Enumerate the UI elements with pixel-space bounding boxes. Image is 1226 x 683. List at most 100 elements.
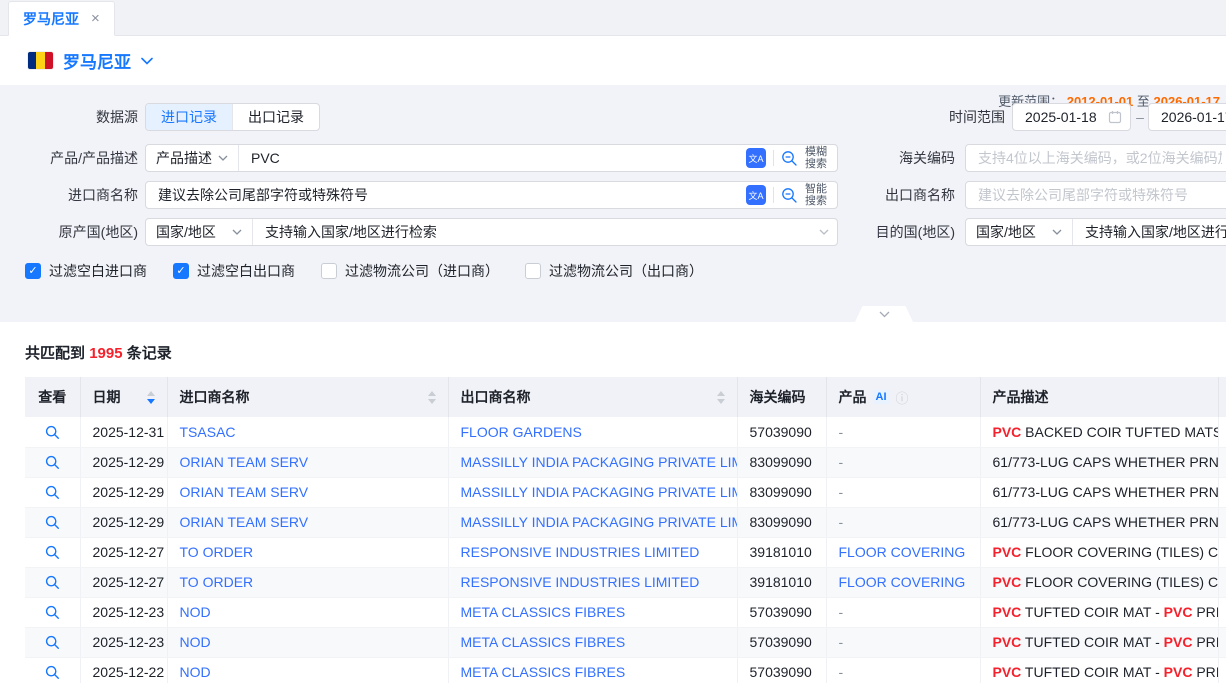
extra-cell [1218,567,1226,597]
view-record-button[interactable] [45,635,60,650]
collapse-panel-button[interactable] [855,306,913,322]
importer-input[interactable]: 建议去除公司尾部字符或特殊符号 [146,185,746,205]
exporter-link[interactable]: META CLASSICS FIBRES [461,604,626,620]
view-record-button[interactable] [45,485,60,500]
table-row: 2025-12-27 TO ORDER RESPONSIVE INDUSTRIE… [25,537,1226,567]
exporter-link[interactable]: FLOOR GARDENS [461,424,582,440]
importer-link[interactable]: ORIAN TEAM SERV [180,514,309,530]
product-empty: - [839,664,844,680]
record-date: 2025-12-23 [80,597,167,627]
filter-checkbox-blank-exporter[interactable]: 过滤空白出口商 [173,261,295,281]
view-record-button[interactable] [45,425,60,440]
origin-select[interactable]: 国家/地区 [146,219,253,245]
checkbox-unchecked-icon[interactable] [525,263,541,279]
extra-cell [1218,597,1226,627]
date-from-input[interactable]: 2025-01-18 [1012,103,1131,131]
col-importer[interactable]: 进口商名称 [167,377,448,417]
tab-export-records[interactable]: 出口记录 [232,104,319,130]
magnifier-icon [45,515,60,530]
sort-icon[interactable] [428,391,436,404]
exporter-input[interactable]: 建议去除公司尾部字符或特殊符号 [965,181,1226,209]
exporter-link[interactable]: MASSILLY INDIA PACKAGING PRIVATE LIMI... [461,454,738,470]
view-record-button[interactable] [45,455,60,470]
chevron-down-icon [879,311,890,318]
checkbox-unchecked-icon[interactable] [321,263,337,279]
smart-search-button[interactable]: 智能搜索 [805,183,829,207]
hs-code: 83099090 [737,507,826,537]
exporter-link[interactable]: MASSILLY INDIA PACKAGING PRIVATE LIMI... [461,514,738,530]
importer-link[interactable]: ORIAN TEAM SERV [180,454,309,470]
view-record-button[interactable] [45,605,60,620]
records-table: 查看 日期 进口商名称 [25,377,1226,683]
view-record-button[interactable] [45,545,60,560]
importer-link[interactable]: NOD [180,604,211,620]
product-description: PVC TUFTED COIR MAT - PVC PRINT... [980,657,1218,683]
importer-link[interactable]: TSASAC [180,424,236,440]
exporter-link[interactable]: RESPONSIVE INDUSTRIES LIMITED [461,574,700,590]
chevron-down-icon[interactable] [819,229,829,235]
record-date: 2025-12-29 [80,477,167,507]
filter-checkbox-logistics-exporter[interactable]: 过滤物流公司（出口商） [525,261,703,281]
col-date[interactable]: 日期 [80,377,167,417]
magnifier-icon [45,425,60,440]
destination-select[interactable]: 国家/地区 [966,219,1073,245]
col-exporter[interactable]: 出口商名称 [448,377,737,417]
hs-code-input[interactable]: 支持4位以上海关编码，或2位海关编码加... [965,144,1226,172]
product-cell: - [826,597,980,627]
translate-icon[interactable]: 文A [746,185,766,205]
filter-checkbox-logistics-importer[interactable]: 过滤物流公司（进口商） [321,261,499,281]
data-source-tabs: 进口记录 出口记录 [145,103,320,131]
hs-code: 83099090 [737,477,826,507]
romania-flag-icon [28,52,53,69]
importer-link[interactable]: ORIAN TEAM SERV [180,484,309,500]
origin-field: 国家/地区 支持输入国家/地区进行检索 [145,218,838,246]
result-count: 共匹配到 1995 条记录 [0,322,1226,377]
product-description: 61/773-LUG CAPS WHETHER PRNTD... [980,507,1218,537]
product-link[interactable]: FLOOR COVERING [839,574,966,590]
importer-link[interactable]: NOD [180,664,211,680]
exporter-link[interactable]: META CLASSICS FIBRES [461,664,626,680]
magnifier-icon [45,545,60,560]
destination-input[interactable]: 支持输入国家/地区进行检索 [1073,222,1226,242]
translate-icon[interactable]: 文A [746,148,766,168]
tab-import-records[interactable]: 进口记录 [146,104,232,130]
fuzzy-search-icon[interactable] [781,150,798,167]
importer-link[interactable]: TO ORDER [180,574,254,590]
calendar-icon [1108,110,1122,124]
col-hs-code: 海关编码 [737,377,826,417]
importer-link[interactable]: TO ORDER [180,544,254,560]
origin-input[interactable]: 支持输入国家/地区进行检索 [253,222,819,242]
filter-checkbox-blank-importer[interactable]: 过滤空白进口商 [25,261,147,281]
tab-romania[interactable]: 罗马尼亚 × [8,1,115,36]
checkbox-checked-icon[interactable] [25,263,41,279]
view-record-button[interactable] [45,515,60,530]
date-to-input[interactable]: 2026-01-17 [1148,103,1226,131]
product-empty: - [839,484,844,500]
tab-close-icon[interactable]: × [91,11,100,26]
product-type-select[interactable]: 产品描述 [146,145,239,171]
importer-link[interactable]: NOD [180,634,211,650]
exporter-link[interactable]: META CLASSICS FIBRES [461,634,626,650]
country-title[interactable]: 罗马尼亚 [63,48,131,73]
hs-code-label: 海关编码 [848,144,955,172]
fuzzy-search-button[interactable]: 模糊搜索 [805,146,829,170]
sort-icon-date-desc[interactable] [147,391,155,404]
sort-icon[interactable] [717,391,725,404]
product-empty: - [839,424,844,440]
view-record-button[interactable] [45,575,60,590]
exporter-link[interactable]: MASSILLY INDIA PACKAGING PRIVATE LIMI... [461,484,738,500]
exporter-link[interactable]: RESPONSIVE INDUSTRIES LIMITED [461,544,700,560]
info-icon[interactable]: ⓘ [896,388,909,407]
product-cell: - [826,477,980,507]
ai-badge: AI [873,390,890,404]
product-input[interactable]: PVC [239,150,746,166]
product-cell: - [826,447,980,477]
data-source-label: 数据源 [0,103,138,131]
product-cell: - [826,417,980,447]
product-link[interactable]: FLOOR COVERING [839,544,966,560]
checkbox-checked-icon[interactable] [173,263,189,279]
view-record-button[interactable] [45,665,60,680]
country-dropdown-icon[interactable] [141,57,153,65]
hs-code: 57039090 [737,417,826,447]
smart-search-icon[interactable] [781,187,798,204]
